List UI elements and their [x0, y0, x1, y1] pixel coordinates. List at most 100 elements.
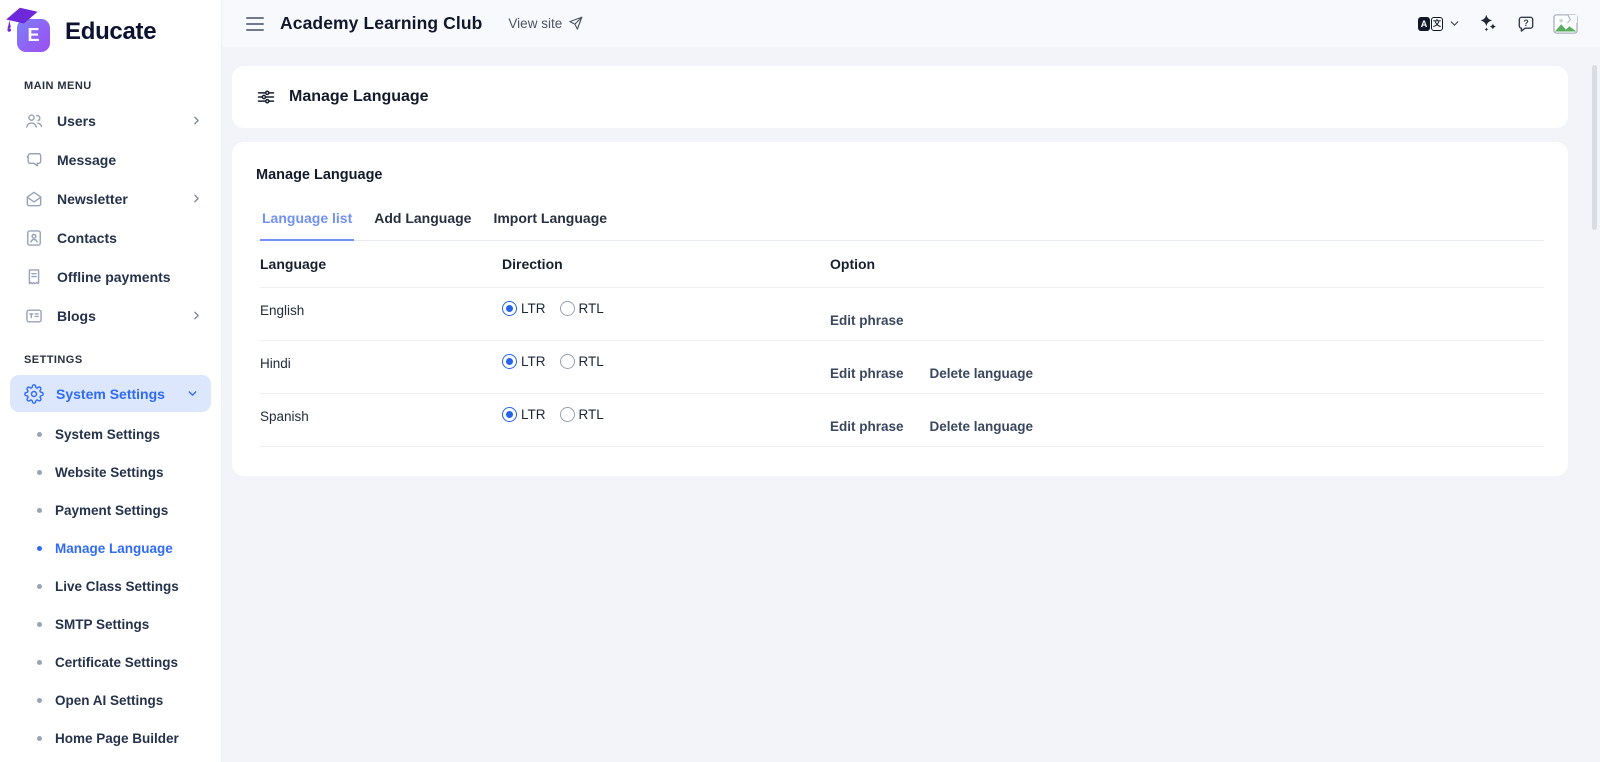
tab-import-language[interactable]: Import Language — [491, 204, 609, 241]
scrollbar[interactable] — [1592, 65, 1597, 230]
edit-phrase-link[interactable]: Edit phrase — [830, 313, 904, 328]
sidebar-subitem-website-settings[interactable]: Website Settings — [0, 453, 221, 491]
column-header-direction: Direction — [502, 241, 830, 272]
offline-payments-icon — [24, 267, 44, 287]
menu-toggle-icon[interactable] — [246, 17, 264, 31]
radio-icon[interactable] — [560, 301, 575, 316]
sparkles-icon[interactable] — [1478, 13, 1499, 34]
sliders-icon — [256, 87, 276, 107]
table-row-hindi: Hindi LTR RTL Edit phrase Delete language — [260, 341, 1544, 394]
bullet-icon — [37, 660, 42, 665]
delete-language-link[interactable]: Delete language — [930, 419, 1034, 434]
bullet-icon — [37, 736, 42, 741]
rtl-radio[interactable]: RTL — [560, 354, 604, 369]
sidebar-item-message[interactable]: Message — [0, 140, 221, 179]
sidebar-subitem-live-class-settings[interactable]: Live Class Settings — [0, 567, 221, 605]
sidebar-subitem-label: Open AI Settings — [55, 693, 163, 708]
radio-label: RTL — [579, 407, 604, 422]
blogs-icon — [24, 306, 44, 326]
sidebar-subitem-system-settings[interactable]: System Settings — [0, 415, 221, 453]
sidebar-item-label: System Settings — [56, 386, 186, 402]
sidebar-subitem-smtp-settings[interactable]: SMTP Settings — [0, 605, 221, 643]
sidebar-subitem-open-ai-settings[interactable]: Open AI Settings — [0, 681, 221, 719]
sidebar-subitem-payment-settings[interactable]: Payment Settings — [0, 491, 221, 529]
option-cell: Edit phrase Delete language — [830, 394, 1544, 434]
send-icon — [568, 16, 583, 31]
newsletter-icon — [24, 189, 44, 209]
direction-cell: LTR RTL — [502, 341, 830, 369]
delete-language-link[interactable]: Delete language — [930, 366, 1034, 381]
column-header-option: Option — [830, 241, 1544, 272]
bullet-icon — [37, 432, 42, 437]
bullet-icon — [37, 584, 42, 589]
sidebar-item-system-settings-parent[interactable]: System Settings — [10, 375, 211, 412]
rtl-radio[interactable]: RTL — [560, 301, 604, 316]
brand-logo[interactable]: E Educate — [0, 0, 221, 56]
sidebar-subitem-label: Live Class Settings — [55, 579, 179, 594]
gear-icon — [24, 384, 44, 404]
sidebar-item-newsletter[interactable]: Newsletter — [0, 179, 221, 218]
sidebar-item-contacts[interactable]: Contacts — [0, 218, 221, 257]
radio-icon[interactable] — [502, 354, 517, 369]
view-site-label: View site — [508, 16, 562, 31]
radio-icon[interactable] — [560, 354, 575, 369]
section-label-settings: SETTINGS — [0, 354, 221, 366]
table-header-row: LanguageDirectionOption — [260, 241, 1544, 288]
section-label-main-menu: MAIN MENU — [0, 80, 221, 92]
ltr-radio[interactable]: LTR — [502, 301, 546, 316]
direction-cell: LTR RTL — [502, 288, 830, 316]
sidebar-item-offline-payments[interactable]: Offline payments — [0, 257, 221, 296]
sidebar-item-label: Message — [57, 152, 203, 168]
site-title: Academy Learning Club — [280, 13, 482, 34]
language-cell: Hindi — [260, 341, 502, 371]
ltr-radio[interactable]: LTR — [502, 354, 546, 369]
sidebar: E Educate MAIN MENU Users Message Newslett… — [0, 0, 222, 762]
column-header-language: Language — [260, 241, 502, 272]
radio-icon[interactable] — [502, 301, 517, 316]
sidebar-item-users[interactable]: Users — [0, 101, 221, 140]
language-cell: Spanish — [260, 394, 502, 424]
tab-language-list[interactable]: Language list — [260, 204, 354, 241]
brand-name: Educate — [65, 18, 156, 46]
sidebar-subitem-home-page-builder[interactable]: Home Page Builder — [0, 719, 221, 757]
language-switcher[interactable]: A文 — [1418, 17, 1461, 31]
sidebar-subitem-label: SMTP Settings — [55, 617, 149, 632]
chevron-right-icon — [190, 192, 203, 205]
ltr-radio[interactable]: LTR — [502, 407, 546, 422]
radio-icon[interactable] — [560, 407, 575, 422]
edit-phrase-link[interactable]: Edit phrase — [830, 419, 904, 434]
settings-submenu: System Settings Website Settings Payment S… — [0, 415, 221, 757]
broken-image-icon — [1553, 13, 1578, 35]
sidebar-item-label: Offline payments — [57, 269, 203, 285]
radio-label: LTR — [521, 354, 546, 369]
sidebar-subitem-label: Payment Settings — [55, 503, 168, 518]
rtl-radio[interactable]: RTL — [560, 407, 604, 422]
bullet-icon — [37, 698, 42, 703]
option-cell: Edit phrase Delete language — [830, 341, 1544, 381]
contacts-icon — [24, 228, 44, 248]
sidebar-subitem-certificate-settings[interactable]: Certificate Settings — [0, 643, 221, 681]
radio-label: LTR — [521, 407, 546, 422]
tab-bar: Language list Add Language Import Language — [256, 204, 1544, 241]
tab-add-language[interactable]: Add Language — [372, 204, 473, 241]
main-content: Manage Language Manage Language Language… — [222, 47, 1600, 762]
radio-icon[interactable] — [502, 407, 517, 422]
sidebar-item-blogs[interactable]: Blogs — [0, 296, 221, 335]
manage-language-panel: Manage Language Language listAdd Languag… — [232, 142, 1568, 476]
view-site-link[interactable]: View site — [508, 16, 583, 31]
sidebar-subitem-label: System Settings — [55, 427, 160, 442]
brand-logo-icon: E — [8, 8, 56, 56]
radio-label: RTL — [579, 301, 604, 316]
chevron-right-icon — [190, 309, 203, 322]
sidebar-item-label: Contacts — [57, 230, 203, 246]
radio-label: LTR — [521, 301, 546, 316]
sidebar-subitem-label: Manage Language — [55, 541, 173, 556]
help-chat-icon[interactable]: ? — [1516, 14, 1536, 34]
main-menu: Users Message Newsletter Contacts Offline pa… — [0, 101, 221, 335]
sidebar-subitem-manage-language[interactable]: Manage Language — [0, 529, 221, 567]
table-body: EnglishLTRRTLEdit phraseHindiLTRRTLEdit … — [260, 288, 1544, 447]
topbar: Academy Learning Club View site A文 ? — [222, 0, 1600, 47]
edit-phrase-link[interactable]: Edit phrase — [830, 366, 904, 381]
sidebar-subitem-label: Website Settings — [55, 465, 164, 480]
avatar[interactable] — [1553, 13, 1578, 35]
